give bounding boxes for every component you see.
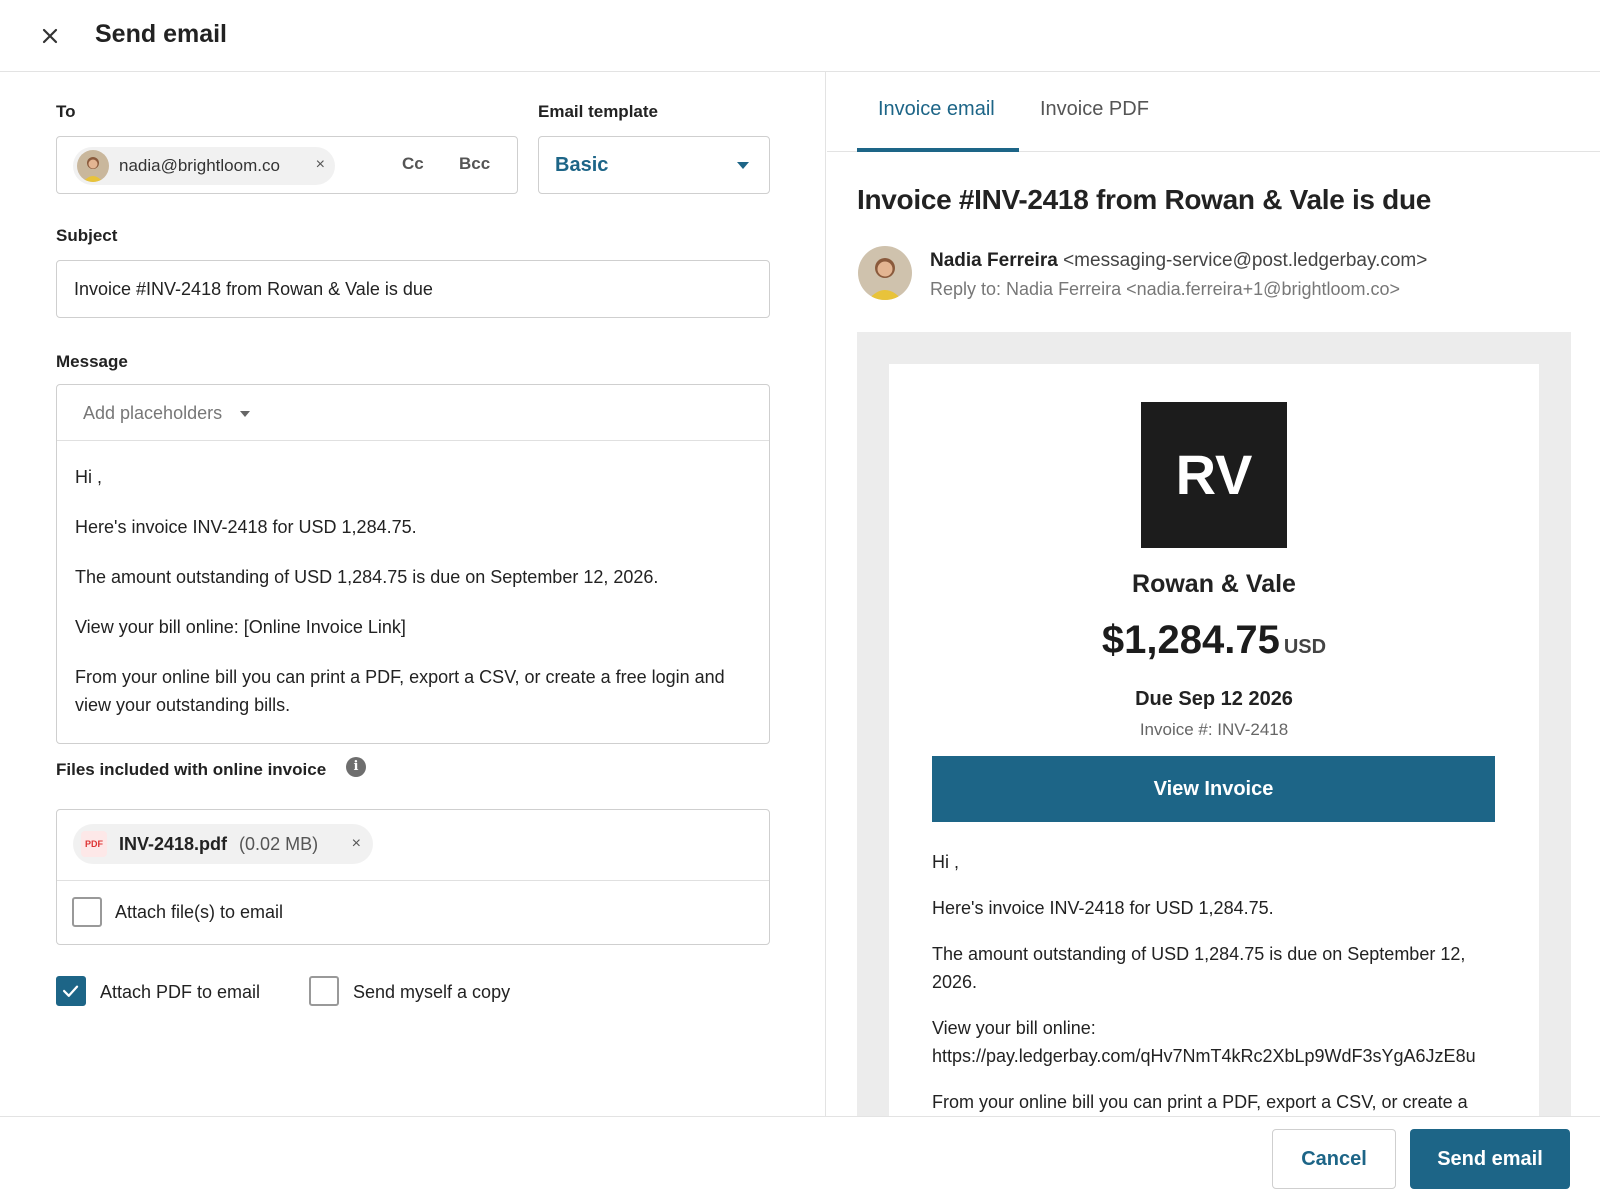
message-label: Message xyxy=(56,352,128,371)
amount-row: $1,284.75 USD xyxy=(889,618,1539,663)
bcc-button[interactable]: Bcc xyxy=(459,154,490,174)
to-label: To xyxy=(56,102,76,121)
due-date: Due Sep 12 2026 xyxy=(1135,688,1293,710)
file-size: (0.02 MB) xyxy=(239,833,319,854)
message-line: Here's invoice INV-2418 for USD 1,284.75… xyxy=(75,517,417,537)
company-name: Rowan & Vale xyxy=(1132,570,1296,598)
message-line: From your online bill you can print a PD… xyxy=(75,667,725,715)
send-copy-label: Send myself a copy xyxy=(353,982,511,1002)
attach-pdf-label: Attach PDF to email xyxy=(100,982,261,1002)
email-preview-background: RV Rowan & Vale $1,284.75 USD Due Sep 12 … xyxy=(857,332,1571,1116)
to-field[interactable]: nadia@brightloom.co × Cc Bcc xyxy=(56,136,518,194)
subject-label: Subject xyxy=(56,226,118,245)
chevron-down-icon xyxy=(240,411,250,417)
recipient-avatar xyxy=(77,150,109,182)
recipient-chip[interactable]: nadia@brightloom.co × xyxy=(73,147,335,185)
recipient-email: nadia@brightloom.co xyxy=(119,156,280,175)
info-icon[interactable]: i xyxy=(346,757,366,777)
message-line: Hi , xyxy=(75,467,102,487)
preview-line: From your online bill you can print a PD… xyxy=(932,1092,1468,1112)
tab-invoice-email[interactable]: Invoice email xyxy=(878,98,995,121)
chevron-down-icon xyxy=(737,162,749,169)
view-invoice-button[interactable]: View Invoice xyxy=(932,756,1495,822)
pdf-icon: PDF xyxy=(81,831,107,857)
message-body[interactable]: Hi , Here's invoice INV-2418 for USD 1,2… xyxy=(75,463,745,741)
email-preview-card: RV Rowan & Vale $1,284.75 USD Due Sep 12 … xyxy=(889,364,1539,1116)
preview-title: Invoice #INV-2418 from Rowan & Vale is d… xyxy=(857,184,1432,215)
sender-line: Nadia Ferreira <messaging-service@post.l… xyxy=(930,250,1427,272)
files-label: Files included with online invoice xyxy=(56,760,327,779)
preview-link-url[interactable]: https://pay.ledgerbay.com/qHv7NmT4kRc2Xb… xyxy=(932,1046,1476,1066)
preview-panel: Invoice email Invoice PDF Invoice #INV-2… xyxy=(827,72,1600,1116)
cancel-button[interactable]: Cancel xyxy=(1272,1129,1396,1189)
preview-line: View your bill online: https://pay.ledge… xyxy=(932,1014,1495,1070)
dialog-title: Send email xyxy=(95,20,227,48)
message-toolbar: Add placeholders xyxy=(57,385,769,441)
file-name: INV-2418.pdf xyxy=(119,833,228,854)
subject-value: Invoice #INV-2418 from Rowan & Vale is d… xyxy=(74,279,433,299)
preview-tabs: Invoice email Invoice PDF xyxy=(827,72,1600,152)
currency: USD xyxy=(1283,636,1327,658)
reply-to: Reply to: Nadia Ferreira <nadia.ferreira… xyxy=(930,279,1401,299)
send-email-button[interactable]: Send email xyxy=(1410,1129,1570,1189)
email-template-label: Email template xyxy=(538,102,658,121)
add-placeholders-button[interactable]: Add placeholders xyxy=(83,403,222,424)
message-line: View your bill online: [Online Invoice L… xyxy=(75,617,406,637)
sender-avatar xyxy=(858,246,912,300)
attach-files-label: Attach file(s) to email xyxy=(115,902,284,922)
invoice-number: Invoice #: INV-2418 xyxy=(1139,720,1289,739)
preview-line: Hi , xyxy=(932,852,959,872)
amount-due: $1,284.75 xyxy=(1101,618,1280,662)
preview-line: Here's invoice INV-2418 for USD 1,284.75… xyxy=(932,898,1274,918)
preview-link-label: View your bill online: xyxy=(932,1018,1096,1038)
attach-pdf-checkbox[interactable] xyxy=(56,976,86,1006)
check-icon xyxy=(62,985,79,997)
email-form-panel: To nadia@brightloom.co × Cc Bcc Email te… xyxy=(0,72,826,1116)
preview-body: Hi , Here's invoice INV-2418 for USD 1,2… xyxy=(932,848,1495,1116)
email-template-select[interactable]: Basic xyxy=(538,136,770,194)
preview-line: The amount outstanding of USD 1,284.75 i… xyxy=(932,944,1466,992)
files-box: PDF INV-2418.pdf (0.02 MB) × Attach file… xyxy=(56,809,770,945)
close-icon[interactable] xyxy=(36,22,64,50)
attach-files-checkbox[interactable] xyxy=(72,897,102,927)
sender-address: <messaging-service@post.ledgerbay.com> xyxy=(1063,250,1428,271)
company-logo: RV xyxy=(1141,402,1287,548)
template-value: Basic xyxy=(555,154,609,176)
message-editor[interactable]: Add placeholders Hi , Here's invoice INV… xyxy=(56,384,770,744)
sender-name: Nadia Ferreira xyxy=(930,250,1058,271)
dialog-footer: Cancel Send email xyxy=(0,1116,1600,1200)
remove-file-icon[interactable]: × xyxy=(352,835,361,853)
send-copy-checkbox[interactable] xyxy=(309,976,339,1006)
message-line: The amount outstanding of USD 1,284.75 i… xyxy=(75,567,659,587)
subject-input[interactable]: Invoice #INV-2418 from Rowan & Vale is d… xyxy=(56,260,770,318)
dialog-header: Send email xyxy=(0,0,1600,72)
tab-invoice-pdf[interactable]: Invoice PDF xyxy=(1040,98,1149,121)
file-chip[interactable]: PDF INV-2418.pdf (0.02 MB) × xyxy=(73,824,373,864)
remove-recipient-icon[interactable]: × xyxy=(316,156,325,174)
cc-button[interactable]: Cc xyxy=(402,154,424,174)
active-tab-indicator xyxy=(857,148,1019,152)
divider xyxy=(57,880,769,881)
